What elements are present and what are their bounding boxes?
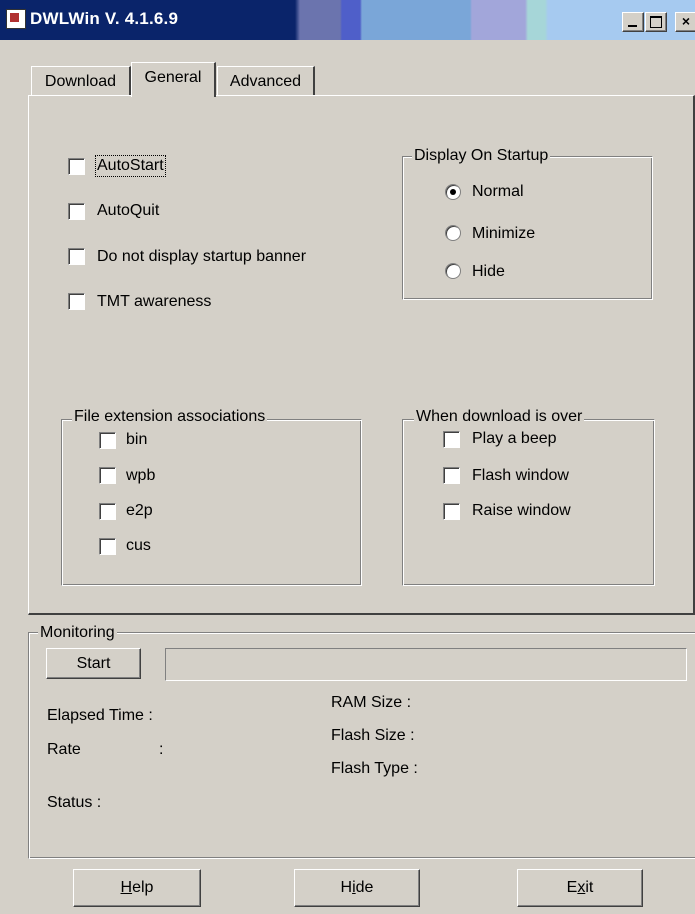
hide-button[interactable]: Hide	[294, 869, 420, 907]
autoquit-checkbox[interactable]	[68, 203, 85, 220]
radio-normal-label[interactable]: Normal	[472, 183, 524, 201]
raise-window-checkbox[interactable]	[443, 503, 460, 520]
flash-type-label: Flash Type :	[331, 760, 418, 777]
ext-e2p-checkbox[interactable]	[99, 503, 116, 520]
exit-button[interactable]: Exit	[517, 869, 643, 907]
app-icon[interactable]	[6, 9, 26, 29]
window-title: DWLWin V. 4.1.6.9	[30, 9, 179, 28]
ext-bin-label[interactable]: bin	[126, 431, 147, 449]
close-icon: ×	[681, 13, 691, 29]
tab-download[interactable]: Download	[31, 66, 131, 96]
progress-bar	[165, 648, 687, 681]
radio-hide[interactable]	[445, 263, 461, 279]
autostart-label[interactable]: AutoStart	[95, 155, 166, 177]
rate-label: Rate	[47, 741, 81, 758]
ext-wpb-label[interactable]: wpb	[126, 467, 155, 485]
hide-button-label-post: de	[355, 879, 374, 896]
minimize-button[interactable]	[622, 12, 644, 32]
help-button-label-post: elp	[132, 879, 154, 896]
ram-size-label: RAM Size :	[331, 694, 412, 711]
tab-general[interactable]: General	[131, 62, 216, 97]
autostart-checkbox[interactable]	[68, 158, 85, 175]
radio-normal[interactable]	[445, 184, 461, 200]
tmt-awareness-checkbox[interactable]	[68, 293, 85, 310]
ext-wpb-checkbox[interactable]	[99, 467, 116, 484]
start-button[interactable]: Start	[46, 648, 141, 679]
flash-window-label[interactable]: Flash window	[472, 467, 569, 485]
no-startup-banner-checkbox[interactable]	[68, 248, 85, 265]
display-on-startup-title: Display On Startup	[412, 147, 551, 165]
elapsed-time-label: Elapsed Time :	[47, 707, 153, 724]
help-button-mnemonic: H	[120, 879, 133, 896]
flash-size-label: Flash Size :	[331, 727, 415, 744]
status-label: Status :	[47, 794, 102, 811]
ext-cus-label[interactable]: cus	[126, 537, 151, 555]
file-extension-title: File extension associations	[72, 408, 268, 426]
rate-colon: :	[159, 741, 164, 758]
raise-window-label[interactable]: Raise window	[472, 502, 571, 520]
monitoring-title: Monitoring	[38, 624, 117, 642]
download-over-title: When download is over	[414, 408, 585, 426]
flash-window-checkbox[interactable]	[443, 467, 460, 484]
maximize-button[interactable]	[645, 12, 667, 32]
exit-button-label-post: it	[585, 879, 594, 896]
help-button[interactable]: Help	[73, 869, 201, 907]
radio-minimize[interactable]	[445, 225, 461, 241]
autoquit-label[interactable]: AutoQuit	[97, 202, 159, 220]
radio-minimize-label[interactable]: Minimize	[472, 225, 535, 243]
no-startup-banner-label[interactable]: Do not display startup banner	[97, 248, 306, 266]
tab-advanced[interactable]: Advanced	[217, 66, 315, 96]
hide-button-label-pre: H	[340, 879, 353, 896]
play-beep-checkbox[interactable]	[443, 431, 460, 448]
ext-e2p-label[interactable]: e2p	[126, 502, 153, 520]
ext-bin-checkbox[interactable]	[99, 432, 116, 449]
play-beep-label[interactable]: Play a beep	[472, 430, 557, 448]
radio-hide-label[interactable]: Hide	[472, 263, 505, 281]
close-button[interactable]: ×	[675, 12, 695, 32]
exit-button-label-pre: E	[566, 879, 578, 896]
ext-cus-checkbox[interactable]	[99, 538, 116, 555]
tmt-awareness-label[interactable]: TMT awareness	[97, 293, 211, 311]
